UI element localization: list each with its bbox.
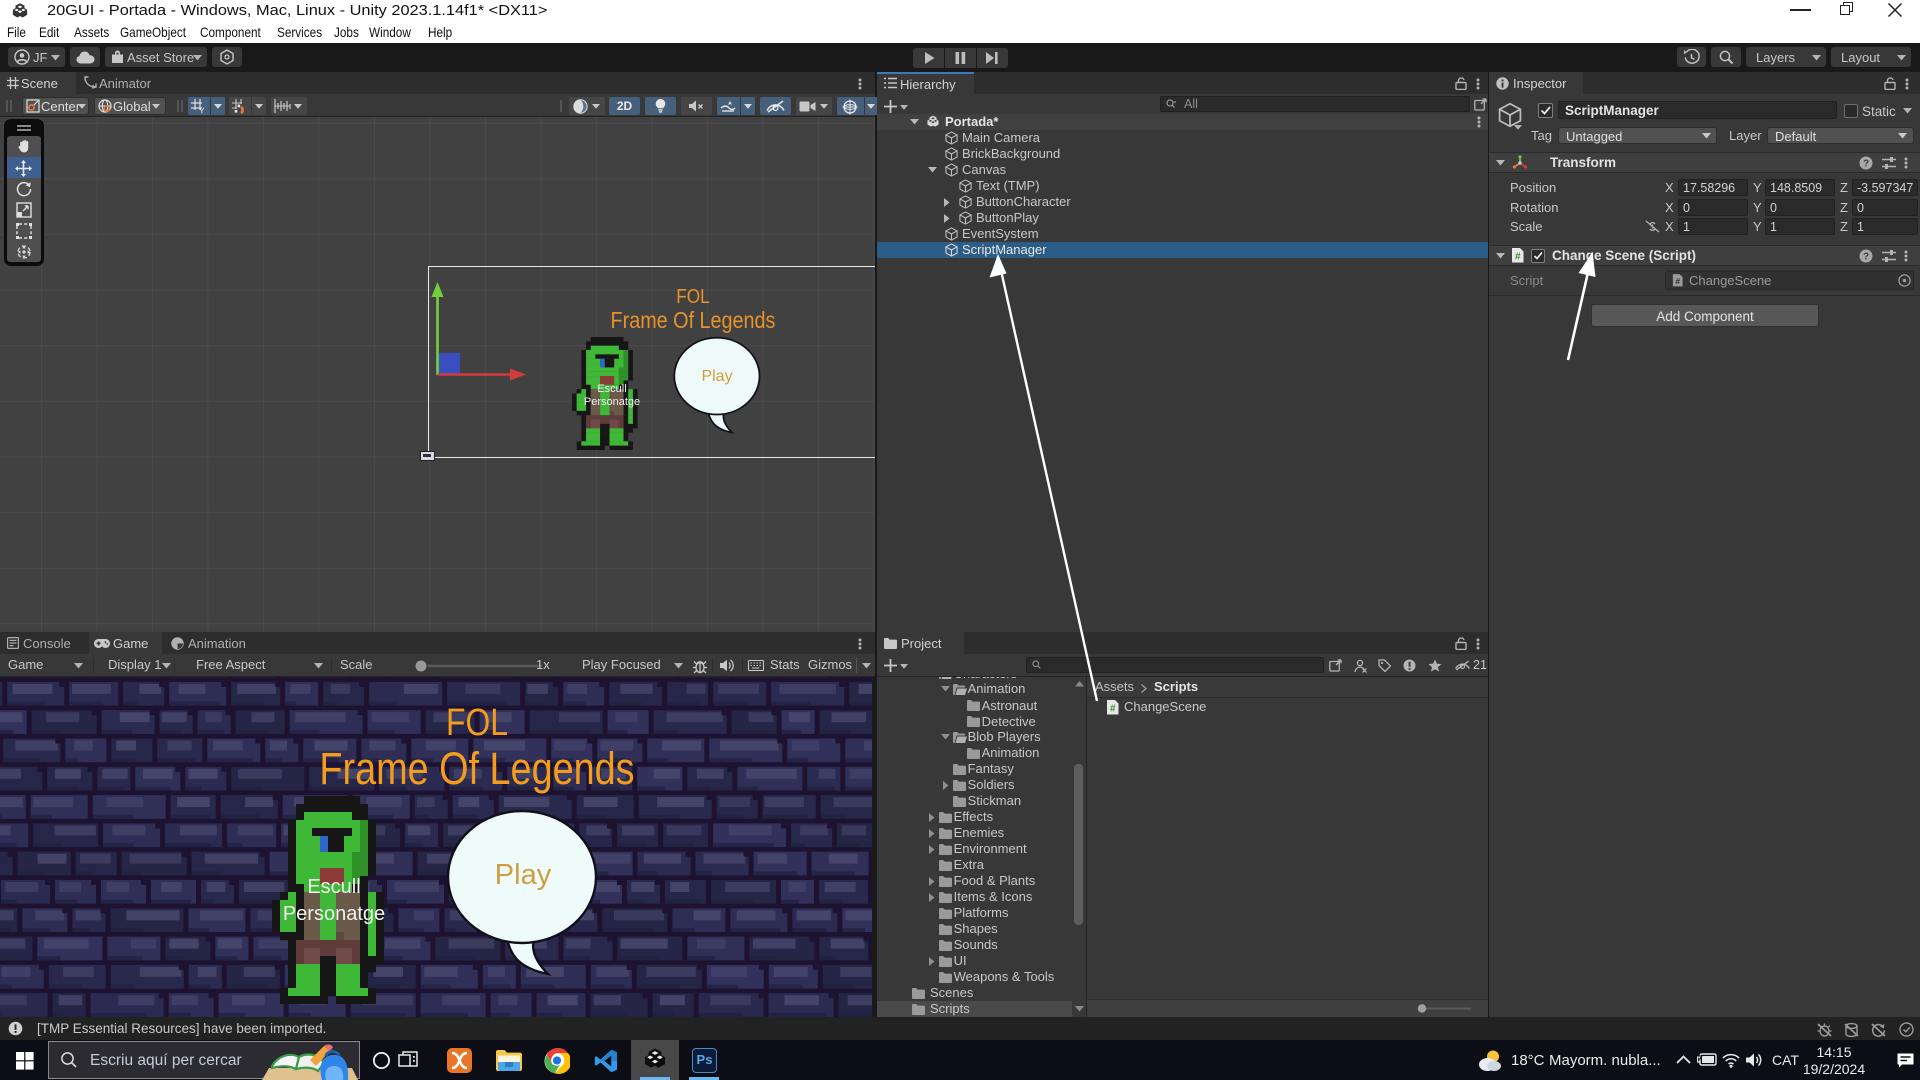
svg-text:?: ?: [1863, 159, 1869, 170]
svg-text:#: #: [1110, 704, 1116, 715]
svg-text:#: #: [1515, 252, 1521, 263]
svg-text:#: #: [1675, 276, 1680, 286]
svg-text:?: ?: [1863, 252, 1869, 263]
svg-text:Y: Y: [199, 106, 205, 115]
